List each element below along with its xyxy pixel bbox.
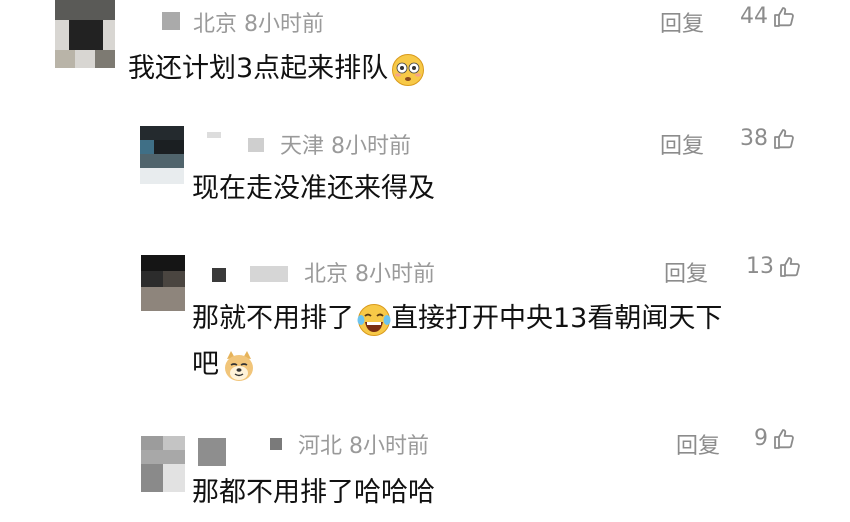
timestamp: 8小时前: [355, 262, 436, 287]
username-obscured: [248, 138, 264, 152]
doge-emoji: [225, 350, 253, 381]
flushed-face-emoji: [392, 53, 425, 86]
laughing-tears-emoji: [357, 303, 391, 336]
timestamp: 8小时前: [244, 12, 325, 37]
username-obscured: [270, 438, 282, 450]
username-obscured: [250, 266, 288, 282]
thumbs-up-icon: [780, 256, 800, 277]
like-button[interactable]: 9: [754, 426, 796, 451]
avatar[interactable]: [141, 255, 185, 311]
like-count: 13: [746, 254, 774, 279]
like-count: 38: [740, 126, 768, 151]
username-obscured: [207, 132, 221, 138]
avatar[interactable]: [140, 126, 184, 184]
like-count: 44: [740, 4, 768, 29]
thumbs-up-icon: [774, 128, 794, 149]
comment-meta: 天津 8小时前: [280, 128, 411, 160]
username-obscured: [198, 438, 226, 466]
comment-meta: 河北 8小时前: [298, 428, 429, 460]
comment-meta: 北京 8小时前: [193, 6, 324, 38]
reply-button[interactable]: 回复: [676, 428, 720, 460]
username-obscured: [162, 12, 180, 30]
timestamp: 8小时前: [331, 134, 412, 159]
like-count: 9: [754, 426, 768, 451]
like-button[interactable]: 13: [746, 254, 802, 279]
comment-text: 那都不用排了哈哈哈: [192, 477, 435, 508]
username-obscured: [212, 268, 226, 282]
reply-button[interactable]: 回复: [660, 6, 704, 38]
location-label: 北京: [193, 12, 238, 37]
comment-text: 那就不用排了 直接打开中央13看朝闻天下: [192, 296, 722, 342]
avatar[interactable]: [141, 436, 185, 492]
avatar[interactable]: [55, 0, 115, 68]
comment-meta: 北京 8小时前: [304, 256, 435, 288]
comment-text: 现在走没准还来得及: [192, 173, 435, 204]
like-button[interactable]: 44: [740, 4, 796, 29]
thumbs-up-icon: [774, 428, 794, 449]
reply-button[interactable]: 回复: [664, 256, 708, 288]
like-button[interactable]: 38: [740, 126, 796, 151]
reply-button[interactable]: 回复: [660, 128, 704, 160]
comment-text: 我还计划3点起来排队: [128, 46, 425, 92]
comment-text-line2: 吧: [192, 342, 256, 388]
location-label: 北京: [304, 262, 349, 287]
location-label: 天津: [280, 134, 325, 159]
thumbs-up-icon: [774, 6, 794, 27]
location-label: 河北: [298, 434, 343, 459]
timestamp: 8小时前: [349, 434, 430, 459]
